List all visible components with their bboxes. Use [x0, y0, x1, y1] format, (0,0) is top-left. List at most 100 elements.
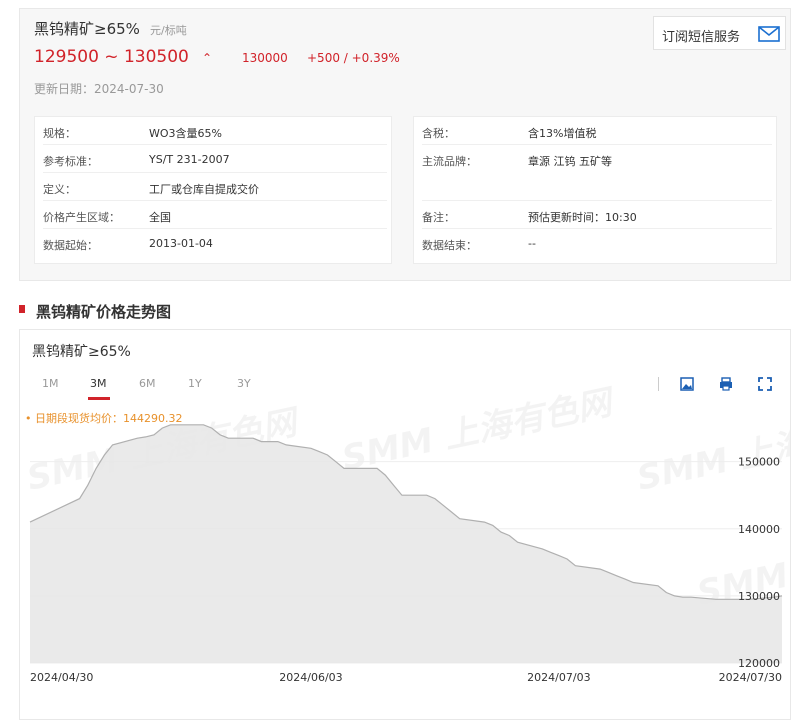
y-tick-label: 120000 [738, 657, 780, 670]
spec-row: 价格产生区域： 全国 [43, 201, 387, 229]
data-point[interactable] [160, 426, 164, 430]
data-point[interactable] [342, 466, 346, 470]
data-point[interactable] [94, 466, 98, 470]
data-point[interactable] [218, 433, 222, 437]
data-point[interactable] [714, 597, 718, 601]
data-point[interactable] [111, 443, 115, 447]
spec-label: 价格产生区域： [43, 211, 120, 224]
y-tick-label: 150000 [738, 456, 780, 469]
y-tick-label: 140000 [738, 523, 780, 536]
chart-panel: SMM 上海有色网 SMM 上海有色网 SMM 上海有色网 SMM 上海有色网 … [19, 329, 791, 720]
x-tick-label: 2024/07/03 [527, 671, 590, 684]
data-point[interactable] [102, 453, 106, 457]
data-point[interactable] [383, 473, 387, 477]
data-point[interactable] [193, 423, 197, 427]
print-icon[interactable] [718, 376, 734, 392]
active-tab-indicator [88, 397, 110, 400]
spec-label: 数据结束： [422, 239, 477, 252]
data-point[interactable] [450, 510, 454, 514]
data-point[interactable] [78, 497, 82, 501]
data-point[interactable] [664, 591, 668, 595]
save-image-icon[interactable] [679, 376, 695, 392]
spec-row: 含税： 含13%增值税 [422, 117, 772, 145]
data-point[interactable] [780, 594, 784, 598]
product-title: 黑钨精矿≥65% [34, 20, 140, 38]
data-point[interactable] [499, 530, 503, 534]
data-point[interactable] [317, 450, 321, 454]
data-point[interactable] [268, 440, 272, 444]
data-point[interactable] [689, 595, 693, 599]
data-point[interactable] [730, 597, 734, 601]
data-point[interactable] [557, 554, 561, 558]
data-point[interactable] [681, 595, 685, 599]
spec-label: 规格： [43, 127, 76, 140]
data-point[interactable] [573, 564, 577, 568]
data-point[interactable] [86, 483, 90, 487]
x-tick-label: 2024/06/03 [279, 671, 342, 684]
data-point[interactable] [259, 440, 263, 444]
data-point[interactable] [458, 517, 462, 521]
spec-row: 数据起始： 2013-01-04 [43, 229, 387, 257]
data-point[interactable] [144, 435, 148, 439]
data-point[interactable] [615, 574, 619, 578]
data-point[interactable] [28, 520, 32, 524]
data-point[interactable] [135, 436, 139, 440]
data-point[interactable] [334, 460, 338, 464]
data-point[interactable] [673, 594, 677, 598]
data-point[interactable] [549, 550, 553, 554]
spec-table-left: 规格： WO3含量65% 参考标准： YS/T 231-2007 定义： 工厂或仓库自… [34, 116, 392, 264]
data-point[interactable] [392, 483, 396, 487]
data-point[interactable] [152, 433, 156, 437]
spec-row: 参考标准： YS/T 231-2007 [43, 145, 387, 173]
spec-row: 定义： 工厂或仓库自提成交价 [43, 173, 387, 201]
data-point[interactable] [507, 534, 511, 538]
data-point[interactable] [433, 497, 437, 501]
data-point[interactable] [326, 453, 330, 457]
spec-value: WO3含量65% [149, 127, 222, 140]
data-point[interactable] [375, 466, 379, 470]
data-point[interactable] [623, 577, 627, 581]
tab-1y[interactable]: 1Y [188, 377, 202, 390]
spec-row: 主流品牌： 章源 江钨 五矿等 [422, 145, 772, 201]
tab-1m[interactable]: 1M [42, 377, 59, 390]
mail-icon [758, 26, 780, 42]
subscribe-sms-button[interactable]: 订阅短信服务 [653, 16, 786, 50]
data-point[interactable] [607, 570, 611, 574]
data-point[interactable] [400, 493, 404, 497]
price-card: 黑钨精矿≥65% 元/标吨 订阅短信服务 129500 ~ 130500 ⌃ 1… [19, 8, 791, 281]
data-point[interactable] [491, 523, 495, 527]
price-range: 129500 ~ 130500 [34, 47, 189, 67]
spec-value: 含13%增值税 [528, 127, 597, 140]
tab-3y[interactable]: 3Y [237, 377, 251, 390]
data-point[interactable] [722, 597, 726, 601]
average-price: 130000 [242, 51, 288, 65]
spec-value: -- [528, 237, 536, 250]
data-point[interactable] [210, 426, 214, 430]
data-point[interactable] [226, 436, 230, 440]
data-point[interactable] [202, 423, 206, 427]
data-point[interactable] [284, 443, 288, 447]
tab-6m[interactable]: 6M [139, 377, 156, 390]
data-point[interactable] [425, 493, 429, 497]
trend-up-icon: ⌃ [202, 51, 213, 65]
watermark: SMM 上海有色网 [339, 382, 620, 479]
subscribe-label: 订阅短信服务 [662, 30, 741, 45]
data-point[interactable] [631, 581, 635, 585]
fullscreen-icon[interactable] [757, 376, 773, 392]
data-point[interactable] [598, 567, 602, 571]
spec-label: 备注： [422, 211, 455, 224]
data-point[interactable] [516, 540, 520, 544]
data-point[interactable] [441, 503, 445, 507]
data-point[interactable] [540, 547, 544, 551]
tab-3m[interactable]: 3M [90, 377, 107, 390]
data-point[interactable] [309, 446, 313, 450]
spec-value: 预估更新时间：10:30 [528, 211, 637, 224]
x-tick-label: 2024/07/30 [719, 671, 782, 684]
data-point[interactable] [276, 440, 280, 444]
data-point[interactable] [656, 584, 660, 588]
data-point[interactable] [483, 520, 487, 524]
data-point[interactable] [565, 557, 569, 561]
data-point[interactable] [251, 436, 255, 440]
period-average-label: • 日期段现货均价：144290.32 [25, 412, 183, 425]
toolbar-divider [658, 377, 659, 391]
